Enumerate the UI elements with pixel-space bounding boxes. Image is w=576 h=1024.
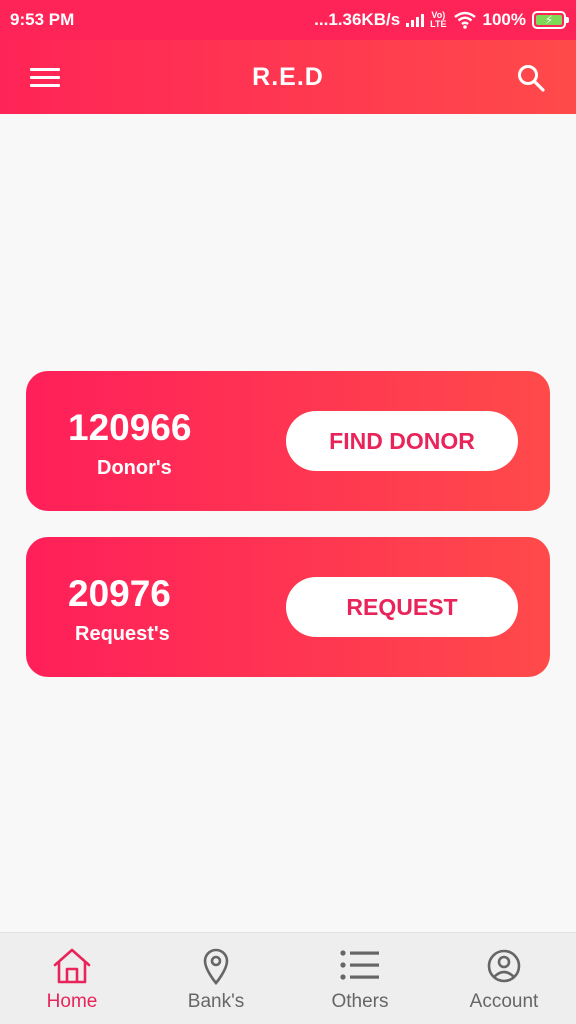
bottom-nav: Home Bank's Others Account — [0, 932, 576, 1024]
status-indicators: ...1.36KB/s Vo) LTE 100% ⚡ — [314, 10, 569, 30]
nav-item-account[interactable]: Account — [432, 933, 576, 1024]
find-donor-button[interactable]: FIND DONOR — [286, 411, 518, 471]
request-button[interactable]: REQUEST — [286, 577, 518, 637]
request-count: 20976 — [68, 573, 171, 614]
list-icon — [340, 950, 379, 980]
network-speed: ...1.36KB/s — [314, 10, 401, 29]
volte-icon: Vo) LTE — [430, 10, 447, 29]
status-bar: 9:53 PM ...1.36KB/s Vo) LTE 100% ⚡ — [0, 0, 576, 40]
menu-icon[interactable] — [30, 68, 60, 88]
request-card: 20976 Request's REQUEST — [26, 537, 550, 677]
donor-count: 120966 — [68, 407, 192, 448]
account-circle-icon — [487, 949, 521, 983]
request-label: Request's — [75, 623, 170, 645]
nav-label-banks: Bank's — [187, 991, 245, 1012]
battery-icon: ⚡ — [532, 11, 569, 29]
app-title: R.E.D — [252, 62, 324, 91]
location-pin-icon — [203, 948, 229, 985]
wifi-icon — [453, 11, 476, 29]
nav-item-home[interactable]: Home — [0, 933, 144, 1024]
nav-label-home: Home — [46, 991, 98, 1012]
donor-label: Donor's — [97, 457, 172, 479]
status-time: 9:53 PM — [10, 10, 75, 29]
nav-item-banks[interactable]: Bank's — [144, 933, 288, 1024]
donor-card: 120966 Donor's FIND DONOR — [26, 371, 550, 511]
nav-label-others: Others — [331, 991, 389, 1012]
nav-label-account: Account — [469, 991, 539, 1012]
battery-percent: 100% — [482, 10, 526, 29]
home-icon — [53, 948, 91, 984]
nav-item-others[interactable]: Others — [288, 933, 432, 1024]
app-bar: R.E.D — [0, 40, 576, 114]
signal-icon — [406, 13, 425, 27]
search-icon[interactable] — [516, 63, 546, 93]
